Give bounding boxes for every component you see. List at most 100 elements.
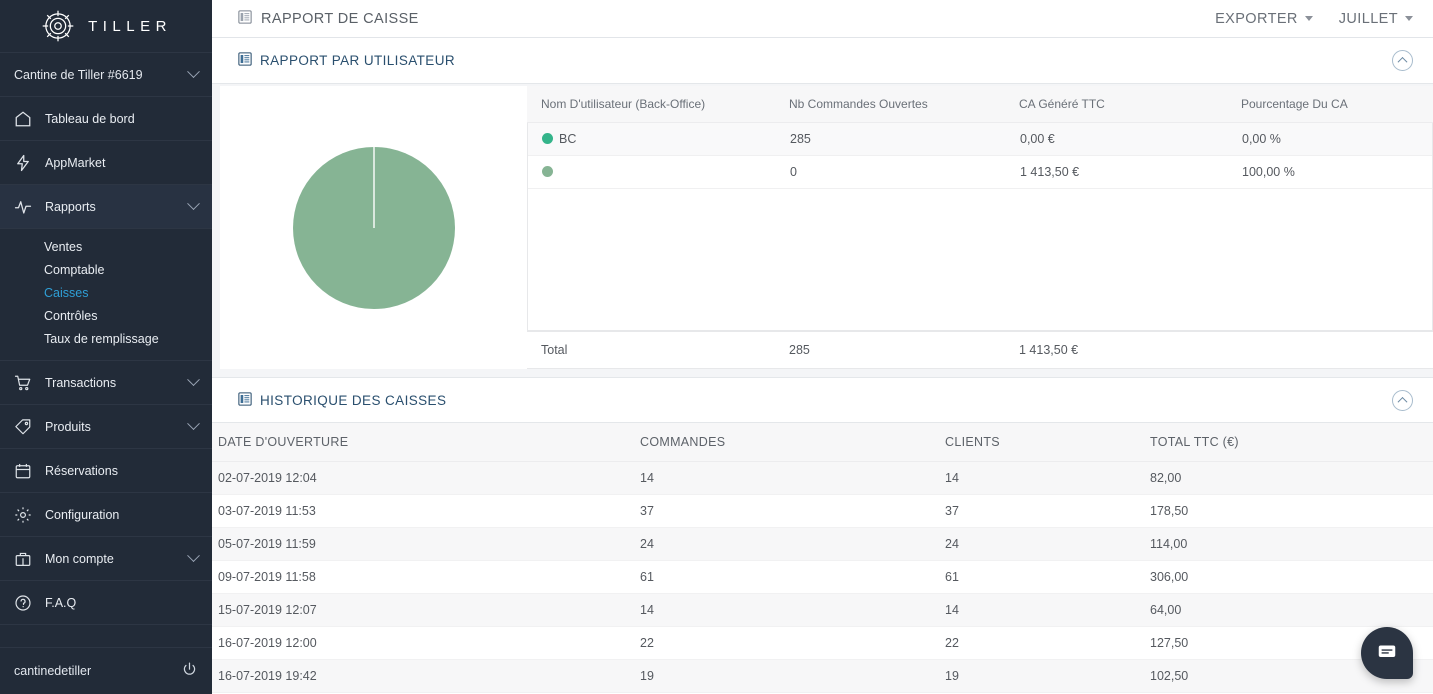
table-row[interactable]: 16-07-2019 19:42 19 19 102,50	[212, 659, 1433, 693]
sidebar-item-controles[interactable]: Contrôles	[0, 304, 212, 327]
sidebar-item-transactions[interactable]: Transactions	[0, 361, 212, 405]
activity-icon	[14, 198, 32, 216]
cell-date: 05-07-2019 11:59	[212, 527, 640, 561]
chevron-down-icon	[187, 417, 200, 431]
sidebar-item-produits[interactable]: Produits	[0, 405, 212, 449]
sidebar: TILLER Cantine de Tiller #6619 Tableau d…	[0, 0, 212, 694]
sidebar-subitem-label: Contrôles	[44, 308, 98, 323]
sidebar-item-comptable[interactable]: Comptable	[0, 258, 212, 281]
top-bar: RAPPORT DE CAISSE EXPORTER JUILLET	[212, 0, 1433, 38]
briefcase-icon	[14, 550, 32, 568]
column-header-total: TOTAL TTC (€)	[1150, 423, 1433, 462]
sidebar-item-configuration[interactable]: Configuration	[0, 493, 212, 537]
sidebar-item-label: Rapports	[45, 199, 96, 214]
sidebar-item-label: AppMarket	[45, 155, 106, 170]
column-header-username: Nom D'utilisateur (Back-Office)	[527, 86, 775, 123]
history-table-body: 02-07-2019 12:04 14 14 82,00 03-07-2019 …	[212, 461, 1433, 694]
cell-revenue: 1 413,50 €	[1006, 155, 1228, 189]
sidebar-item-taux-de-remplissage[interactable]: Taux de remplissage	[0, 327, 212, 350]
brand-name: TILLER	[88, 17, 172, 35]
user-report-collapse-button[interactable]	[1392, 50, 1413, 71]
sidebar-item-appmarket[interactable]: AppMarket	[0, 141, 212, 185]
sidebar-subitem-label: Taux de remplissage	[44, 331, 159, 346]
sidebar-item-mon-compte[interactable]: Mon compte	[0, 537, 212, 581]
cell-commandes: 22	[640, 626, 945, 660]
history-table: DATE D'OUVERTURE COMMANDES CLIENTS TOTAL…	[212, 423, 1433, 694]
column-header-orders: Nb Commandes Ouvertes	[775, 86, 1005, 123]
sidebar-item-reservations[interactable]: Réservations	[0, 449, 212, 493]
table-row[interactable]: 03-07-2019 11:53 37 37 178,50	[212, 494, 1433, 528]
sidebar-item-caisses[interactable]: Caisses	[0, 281, 212, 304]
report-icon	[238, 391, 252, 409]
history-header: HISTORIQUE DES CAISSES	[212, 377, 1433, 423]
cell-commandes: 14	[640, 461, 945, 495]
table-row[interactable]: 0 1 413,50 € 100,00 %	[528, 155, 1432, 189]
help-circle-icon	[14, 594, 32, 612]
cell-clients: 24	[945, 527, 1150, 561]
table-header-row: DATE D'OUVERTURE COMMANDES CLIENTS TOTAL…	[212, 423, 1433, 462]
sidebar-item-label: Tableau de bord	[45, 111, 135, 126]
cell-commandes: 14	[640, 593, 945, 627]
column-header-commandes: COMMANDES	[640, 423, 945, 462]
sidebar-subitem-label: Ventes	[44, 239, 83, 254]
report-icon	[238, 9, 252, 28]
cell-commandes: 61	[640, 560, 945, 594]
total-revenue: 1 413,50 €	[1019, 343, 1079, 357]
user-report-title: RAPPORT PAR UTILISATEUR	[238, 52, 455, 69]
chevron-down-icon	[187, 65, 200, 79]
column-header-percent: Pourcentage Du CA	[1227, 86, 1433, 123]
user-report-table-scroll[interactable]: BC 285 0,00 € 0,00 % 0 1 413,50 € 100,00…	[527, 123, 1433, 331]
sidebar-item-label: Configuration	[45, 507, 120, 522]
table-row[interactable]: 16-07-2019 12:00 22 22 127,50	[212, 626, 1433, 660]
cart-icon	[14, 374, 32, 392]
period-dropdown[interactable]: JUILLET	[1339, 11, 1413, 27]
calendar-icon	[14, 462, 32, 480]
table-row[interactable]: 09-07-2019 11:58 61 61 306,00	[212, 560, 1433, 594]
cell-clients: 61	[945, 560, 1150, 594]
sidebar-item-rapports[interactable]: Rapports	[0, 185, 212, 229]
total-orders: 285	[789, 343, 810, 357]
sidebar-footer: cantinedetiller	[0, 648, 212, 694]
shop-selector[interactable]: Cantine de Tiller #6619	[0, 53, 212, 97]
user-report-header: RAPPORT PAR UTILISATEUR	[212, 38, 1433, 84]
cell-orders: 0	[776, 155, 1006, 189]
brand-logo[interactable]: TILLER	[0, 0, 212, 53]
chevron-down-icon	[187, 549, 200, 563]
sidebar-spacer	[0, 625, 212, 648]
power-icon[interactable]	[181, 661, 198, 681]
sidebar-item-ventes[interactable]: Ventes	[0, 235, 212, 258]
sidebar-item-tableau-de-bord[interactable]: Tableau de bord	[0, 97, 212, 141]
home-icon	[14, 110, 32, 128]
cell-date: 02-07-2019 12:04	[212, 461, 640, 495]
chevron-down-icon	[1304, 16, 1313, 21]
column-header-clients: CLIENTS	[945, 423, 1150, 462]
history-title-text: HISTORIQUE DES CAISSES	[260, 392, 447, 408]
column-header-revenue: CA Généré TTC	[1005, 86, 1227, 123]
chevron-down-icon	[187, 197, 200, 211]
sidebar-item-label: Mon compte	[45, 551, 114, 566]
username-text: BC	[559, 132, 577, 146]
table-row[interactable]: BC 285 0,00 € 0,00 %	[528, 123, 1432, 156]
chat-launcher-button[interactable]	[1361, 627, 1413, 679]
chevron-up-circle-icon	[1397, 396, 1408, 407]
lightning-icon	[14, 154, 32, 172]
cell-date: 16-07-2019 12:00	[212, 626, 640, 660]
period-label: JUILLET	[1338, 10, 1398, 27]
history-title: HISTORIQUE DES CAISSES	[238, 391, 447, 409]
sidebar-item-faq[interactable]: F.A.Q	[0, 581, 212, 625]
export-dropdown[interactable]: EXPORTER	[1215, 11, 1313, 27]
tag-icon	[14, 418, 32, 436]
table-row[interactable]: 15-07-2019 12:07 14 14 64,00	[212, 593, 1433, 627]
user-report-table-body: BC 285 0,00 € 0,00 % 0 1 413,50 € 100,00…	[528, 123, 1432, 189]
sidebar-subitem-label: Caisses	[44, 285, 89, 300]
user-report-total-row: Total 285 1 413,50 €	[527, 331, 1433, 369]
table-row[interactable]: 02-07-2019 12:04 14 14 82,00	[212, 461, 1433, 495]
current-user: cantinedetiller	[14, 664, 92, 678]
cell-date: 09-07-2019 11:58	[212, 560, 640, 594]
table-row[interactable]: 05-07-2019 11:59 24 24 114,00	[212, 527, 1433, 561]
history-collapse-button[interactable]	[1392, 389, 1413, 411]
revenue-pie-chart	[292, 146, 455, 309]
cell-username: BC	[528, 123, 776, 156]
sidebar-item-label: Transactions	[45, 375, 117, 390]
user-report-body: Nom D'utilisateur (Back-Office) Nb Comma…	[212, 84, 1433, 369]
